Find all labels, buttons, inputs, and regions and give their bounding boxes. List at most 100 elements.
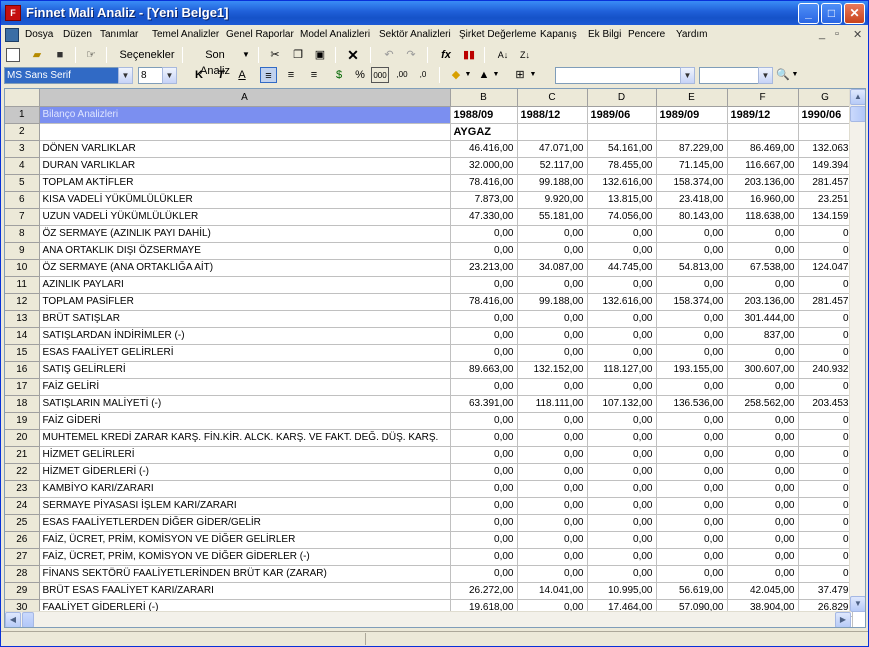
label-cell[interactable]: AZINLIK PAYLARI <box>39 276 451 294</box>
label-cell[interactable]: UZUN VADELİ YÜKÜMLÜLÜKLER <box>39 208 451 226</box>
spreadsheet-grid[interactable]: A B C D E F G 1 Bilanço Analizleri 1988/09… <box>4 88 866 628</box>
data-cell[interactable]: 0,00 <box>656 463 728 481</box>
minimize-button[interactable]: _ <box>798 3 819 24</box>
vertical-scroll-thumb[interactable] <box>850 106 865 122</box>
menu-tanimlar[interactable]: Tanımlar <box>100 29 138 40</box>
data-cell[interactable]: 0 <box>798 446 853 464</box>
column-header-e[interactable]: E <box>656 89 728 107</box>
label-cell[interactable]: DÖNEN VARLIKLAR <box>39 140 451 158</box>
scroll-down-icon[interactable]: ▼ <box>850 596 865 612</box>
hand-pointer-icon[interactable]: ☞ <box>83 47 99 63</box>
column-header-f[interactable]: F <box>727 89 799 107</box>
align-center-icon[interactable]: ≡ <box>283 67 299 83</box>
data-cell[interactable]: 0,00 <box>587 480 657 498</box>
data-cell[interactable]: 132.152,00 <box>517 361 588 379</box>
data-cell[interactable]: 78.416,00 <box>450 293 518 311</box>
font-name-select[interactable]: MS Sans Serif <box>4 67 119 84</box>
data-cell[interactable]: 0 <box>798 242 853 260</box>
currency-icon[interactable]: $ <box>331 67 347 83</box>
data-cell[interactable]: 0,00 <box>450 242 518 260</box>
row-header[interactable]: 7 <box>5 208 40 226</box>
menu-temel-analizler[interactable]: Temel Analizler <box>152 29 219 40</box>
row-header[interactable]: 13 <box>5 310 40 328</box>
font-size-select[interactable]: 8 <box>138 67 163 84</box>
data-cell[interactable]: 258.562,00 <box>727 395 799 413</box>
data-cell[interactable]: 0,00 <box>727 378 799 396</box>
label-cell[interactable]: Bilanço Analizleri <box>39 106 451 124</box>
row-header[interactable]: 17 <box>5 378 40 396</box>
label-cell[interactable]: KAMBİYO KARI/ZARARI <box>39 480 451 498</box>
mdi-minimize-button[interactable]: _ <box>819 28 825 40</box>
data-cell[interactable]: 1989/09 <box>656 106 728 124</box>
fill-color-icon[interactable]: ◆ <box>448 67 464 83</box>
fill-color-dropdown-icon[interactable]: ▼ <box>464 67 472 83</box>
data-cell[interactable]: 136.536,00 <box>656 395 728 413</box>
data-cell[interactable]: 0,00 <box>517 446 588 464</box>
data-cell[interactable]: 1988/09 <box>450 106 518 124</box>
row-header[interactable]: 15 <box>5 344 40 362</box>
data-cell[interactable]: 0 <box>798 378 853 396</box>
label-cell[interactable]: FAİZ, ÜCRET, PRİM, KOMİSYON VE DİĞER GİD… <box>39 548 451 566</box>
data-cell[interactable]: 0,00 <box>517 242 588 260</box>
data-cell[interactable]: 0,00 <box>587 242 657 260</box>
data-cell[interactable]: 158.374,00 <box>656 174 728 192</box>
data-cell[interactable]: 134.159 <box>798 208 853 226</box>
data-cell[interactable]: 0,00 <box>450 276 518 294</box>
close-button[interactable]: ✕ <box>844 3 865 24</box>
label-cell[interactable]: ÖZ SERMAYE (AZINLIK PAYI DAHİL) <box>39 225 451 243</box>
data-cell[interactable]: 132.616,00 <box>587 174 657 192</box>
data-cell[interactable]: 13.815,00 <box>587 191 657 209</box>
menu-kapanis[interactable]: Kapanış <box>540 29 577 40</box>
select-all-corner[interactable] <box>5 89 40 107</box>
align-left-icon[interactable]: ≡ <box>260 67 277 83</box>
data-cell[interactable]: 0,00 <box>656 327 728 345</box>
data-cell[interactable]: 118.111,00 <box>517 395 588 413</box>
data-cell[interactable]: 0 <box>798 327 853 345</box>
analysis-dropdown-icon[interactable]: ▼ <box>680 67 695 84</box>
data-cell[interactable]: 0,00 <box>450 446 518 464</box>
document-icon[interactable] <box>5 28 19 42</box>
cut-icon[interactable]: ✂ <box>267 47 283 63</box>
delete-icon[interactable]: ✕ <box>345 47 361 63</box>
data-cell[interactable]: 87.229,00 <box>656 140 728 158</box>
row-header[interactable]: 21 <box>5 446 40 464</box>
label-cell[interactable]: DURAN VARLIKLAR <box>39 157 451 175</box>
label-cell[interactable]: SATIŞ GELİRLERİ <box>39 361 451 379</box>
data-cell[interactable]: 0,00 <box>517 565 588 583</box>
data-cell[interactable]: 0,00 <box>727 412 799 430</box>
chart-icon[interactable]: ▮▮ <box>461 47 477 63</box>
data-cell[interactable]: 116.667,00 <box>727 157 799 175</box>
row-header[interactable]: 25 <box>5 514 40 532</box>
data-cell[interactable]: 74.056,00 <box>587 208 657 226</box>
data-cell[interactable]: 0,00 <box>450 327 518 345</box>
data-cell[interactable]: 0,00 <box>587 446 657 464</box>
data-cell[interactable]: 47.071,00 <box>517 140 588 158</box>
data-cell[interactable]: 0 <box>798 565 853 583</box>
menu-yardim[interactable]: Yardım <box>676 29 708 40</box>
label-cell[interactable]: SATIŞLARIN MALİYETİ (-) <box>39 395 451 413</box>
font-size-dropdown-icon[interactable]: ▼ <box>162 67 177 84</box>
thousands-separator-button[interactable]: 000 <box>371 67 389 83</box>
last-analysis-dropdown-icon[interactable]: ▼ <box>241 47 251 63</box>
label-cell[interactable] <box>39 123 451 141</box>
data-cell[interactable]: 16.960,00 <box>727 191 799 209</box>
row-header[interactable]: 2 <box>5 123 40 141</box>
data-cell[interactable]: 0,00 <box>656 429 728 447</box>
row-header[interactable]: 8 <box>5 225 40 243</box>
data-cell[interactable]: 0,00 <box>587 463 657 481</box>
data-cell[interactable]: 0,00 <box>587 225 657 243</box>
data-cell[interactable]: 281.457 <box>798 293 853 311</box>
data-cell[interactable]: 0,00 <box>517 429 588 447</box>
data-cell[interactable]: 1989/12 <box>727 106 799 124</box>
label-cell[interactable]: ESAS FAALİYETLERDEN DİĞER GİDER/GELİR <box>39 514 451 532</box>
data-cell[interactable]: 203.136,00 <box>727 174 799 192</box>
data-cell[interactable]: 0,00 <box>656 531 728 549</box>
data-cell[interactable]: 0,00 <box>727 276 799 294</box>
data-cell[interactable]: 0,00 <box>587 497 657 515</box>
data-cell[interactable]: 34.087,00 <box>517 259 588 277</box>
borders-dropdown-icon[interactable]: ▼ <box>529 67 537 83</box>
data-cell[interactable]: 63.391,00 <box>450 395 518 413</box>
underline-button[interactable]: A <box>235 67 249 83</box>
data-cell[interactable]: 203.453 <box>798 395 853 413</box>
label-cell[interactable]: FAİZ GELİRİ <box>39 378 451 396</box>
